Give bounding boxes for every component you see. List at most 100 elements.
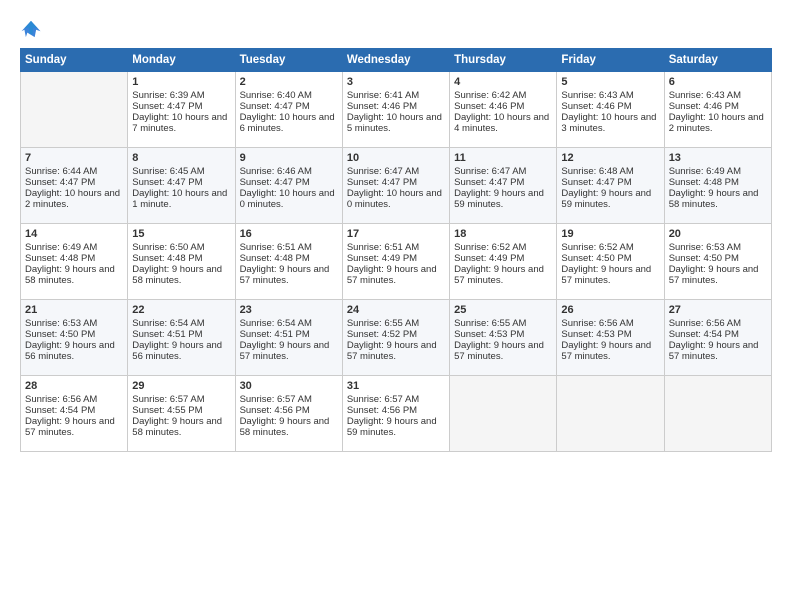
day-number: 4 bbox=[454, 76, 552, 88]
sunset-text: Sunset: 4:54 PM bbox=[25, 405, 95, 416]
sunrise-text: Sunrise: 6:53 AM bbox=[25, 318, 97, 329]
daylight-text: Daylight: 9 hours and 58 minutes. bbox=[132, 416, 222, 438]
day-number: 10 bbox=[347, 152, 445, 164]
day-number: 5 bbox=[561, 76, 659, 88]
calendar-cell: 6Sunrise: 6:43 AMSunset: 4:46 PMDaylight… bbox=[664, 72, 771, 148]
calendar-cell: 22Sunrise: 6:54 AMSunset: 4:51 PMDayligh… bbox=[128, 300, 235, 376]
daylight-text: Daylight: 9 hours and 59 minutes. bbox=[347, 416, 437, 438]
sunset-text: Sunset: 4:46 PM bbox=[561, 101, 631, 112]
day-number: 8 bbox=[132, 152, 230, 164]
daylight-text: Daylight: 9 hours and 57 minutes. bbox=[454, 264, 544, 286]
calendar-week-2: 7Sunrise: 6:44 AMSunset: 4:47 PMDaylight… bbox=[21, 148, 772, 224]
calendar-cell: 5 Sunrise: 6:43 AMSunset: 4:46 PMDaylight… bbox=[557, 72, 664, 148]
calendar-cell: 14Sunrise: 6:49 AMSunset: 4:48 PMDayligh… bbox=[21, 224, 128, 300]
calendar-cell bbox=[450, 376, 557, 452]
logo bbox=[20, 18, 46, 40]
sunset-text: Sunset: 4:47 PM bbox=[454, 177, 524, 188]
day-number: 30 bbox=[240, 380, 338, 392]
sunset-text: Sunset: 4:50 PM bbox=[561, 253, 631, 264]
calendar-cell: 9Sunrise: 6:46 AMSunset: 4:47 PMDaylight… bbox=[235, 148, 342, 224]
calendar-week-4: 21Sunrise: 6:53 AMSunset: 4:50 PMDayligh… bbox=[21, 300, 772, 376]
calendar-cell: 24Sunrise: 6:55 AMSunset: 4:52 PMDayligh… bbox=[342, 300, 449, 376]
day-number: 27 bbox=[669, 304, 767, 316]
day-number: 19 bbox=[561, 228, 659, 240]
sunrise-text: Sunrise: 6:51 AM bbox=[347, 242, 419, 253]
sunset-text: Sunset: 4:48 PM bbox=[240, 253, 310, 264]
calendar-cell: 19Sunrise: 6:52 AMSunset: 4:50 PMDayligh… bbox=[557, 224, 664, 300]
day-number: 2 bbox=[240, 76, 338, 88]
weekday-header-friday: Friday bbox=[557, 49, 664, 72]
sunset-text: Sunset: 4:48 PM bbox=[669, 177, 739, 188]
daylight-text: Daylight: 10 hours and 1 minute. bbox=[132, 188, 227, 210]
sunset-text: Sunset: 4:46 PM bbox=[347, 101, 417, 112]
daylight-text: Daylight: 10 hours and 4 minutes. bbox=[454, 112, 549, 134]
sunrise-text: Sunrise: 6:39 AM bbox=[132, 90, 204, 101]
sunrise-text: Sunrise: 6:52 AM bbox=[454, 242, 526, 253]
calendar-cell: 26Sunrise: 6:56 AMSunset: 4:53 PMDayligh… bbox=[557, 300, 664, 376]
sunrise-text: Sunrise: 6:50 AM bbox=[132, 242, 204, 253]
calendar-cell bbox=[21, 72, 128, 148]
day-number: 9 bbox=[240, 152, 338, 164]
daylight-text: Daylight: 9 hours and 56 minutes. bbox=[25, 340, 115, 362]
calendar-cell: 13Sunrise: 6:49 AMSunset: 4:48 PMDayligh… bbox=[664, 148, 771, 224]
sunrise-text: Sunrise: 6:54 AM bbox=[240, 318, 312, 329]
daylight-text: Daylight: 10 hours and 2 minutes. bbox=[669, 112, 764, 134]
weekday-header-sunday: Sunday bbox=[21, 49, 128, 72]
sunrise-text: Sunrise: 6:43 AM bbox=[561, 90, 633, 101]
calendar-cell: 27Sunrise: 6:56 AMSunset: 4:54 PMDayligh… bbox=[664, 300, 771, 376]
day-number: 17 bbox=[347, 228, 445, 240]
sunset-text: Sunset: 4:47 PM bbox=[25, 177, 95, 188]
day-number: 16 bbox=[240, 228, 338, 240]
logo-bird-icon bbox=[20, 18, 42, 40]
sunset-text: Sunset: 4:51 PM bbox=[240, 329, 310, 340]
calendar-cell: 17 Sunrise: 6:51 AMSunset: 4:49 PMDayligh… bbox=[342, 224, 449, 300]
day-number: 22 bbox=[132, 304, 230, 316]
calendar-cell: 11Sunrise: 6:47 AMSunset: 4:47 PMDayligh… bbox=[450, 148, 557, 224]
sunset-text: Sunset: 4:49 PM bbox=[347, 253, 417, 264]
sunset-text: Sunset: 4:47 PM bbox=[347, 177, 417, 188]
day-number: 24 bbox=[347, 304, 445, 316]
daylight-text: Daylight: 9 hours and 57 minutes. bbox=[454, 340, 544, 362]
daylight-text: Daylight: 9 hours and 57 minutes. bbox=[240, 340, 330, 362]
weekday-header-row: SundayMondayTuesdayWednesdayThursdayFrid… bbox=[21, 49, 772, 72]
day-number: 7 bbox=[25, 152, 123, 164]
daylight-text: Daylight: 9 hours and 57 minutes. bbox=[347, 264, 437, 286]
daylight-text: Daylight: 10 hours and 6 minutes. bbox=[240, 112, 335, 134]
page: SundayMondayTuesdayWednesdayThursdayFrid… bbox=[0, 0, 792, 612]
sunrise-text: Sunrise: 6:49 AM bbox=[669, 166, 741, 177]
day-number: 15 bbox=[132, 228, 230, 240]
calendar-week-3: 14Sunrise: 6:49 AMSunset: 4:48 PMDayligh… bbox=[21, 224, 772, 300]
day-number: 11 bbox=[454, 152, 552, 164]
sunset-text: Sunset: 4:47 PM bbox=[561, 177, 631, 188]
sunrise-text: Sunrise: 6:49 AM bbox=[25, 242, 97, 253]
day-number: 29 bbox=[132, 380, 230, 392]
calendar-cell: 29Sunrise: 6:57 AMSunset: 4:55 PMDayligh… bbox=[128, 376, 235, 452]
daylight-text: Daylight: 10 hours and 3 minutes. bbox=[561, 112, 656, 134]
daylight-text: Daylight: 9 hours and 59 minutes. bbox=[561, 188, 651, 210]
calendar-cell bbox=[557, 376, 664, 452]
day-number: 25 bbox=[454, 304, 552, 316]
day-number: 6 bbox=[669, 76, 767, 88]
calendar-table: SundayMondayTuesdayWednesdayThursdayFrid… bbox=[20, 48, 772, 452]
calendar-cell: 15Sunrise: 6:50 AMSunset: 4:48 PMDayligh… bbox=[128, 224, 235, 300]
sunset-text: Sunset: 4:52 PM bbox=[347, 329, 417, 340]
sunset-text: Sunset: 4:50 PM bbox=[669, 253, 739, 264]
calendar-cell: 18Sunrise: 6:52 AMSunset: 4:49 PMDayligh… bbox=[450, 224, 557, 300]
calendar-cell: 3Sunrise: 6:41 AMSunset: 4:46 PMDaylight… bbox=[342, 72, 449, 148]
calendar-week-1: 1Sunrise: 6:39 AMSunset: 4:47 PMDaylight… bbox=[21, 72, 772, 148]
sunset-text: Sunset: 4:47 PM bbox=[240, 177, 310, 188]
sunrise-text: Sunrise: 6:57 AM bbox=[132, 394, 204, 405]
daylight-text: Daylight: 9 hours and 56 minutes. bbox=[132, 340, 222, 362]
sunset-text: Sunset: 4:56 PM bbox=[347, 405, 417, 416]
day-number: 1 bbox=[132, 76, 230, 88]
weekday-header-saturday: Saturday bbox=[664, 49, 771, 72]
daylight-text: Daylight: 9 hours and 58 minutes. bbox=[25, 264, 115, 286]
calendar-cell: 7Sunrise: 6:44 AMSunset: 4:47 PMDaylight… bbox=[21, 148, 128, 224]
daylight-text: Daylight: 10 hours and 2 minutes. bbox=[25, 188, 120, 210]
sunset-text: Sunset: 4:56 PM bbox=[240, 405, 310, 416]
calendar-cell: 2Sunrise: 6:40 AMSunset: 4:47 PMDaylight… bbox=[235, 72, 342, 148]
calendar-cell: 16Sunrise: 6:51 AMSunset: 4:48 PMDayligh… bbox=[235, 224, 342, 300]
sunrise-text: Sunrise: 6:57 AM bbox=[347, 394, 419, 405]
sunset-text: Sunset: 4:51 PM bbox=[132, 329, 202, 340]
daylight-text: Daylight: 9 hours and 58 minutes. bbox=[669, 188, 759, 210]
